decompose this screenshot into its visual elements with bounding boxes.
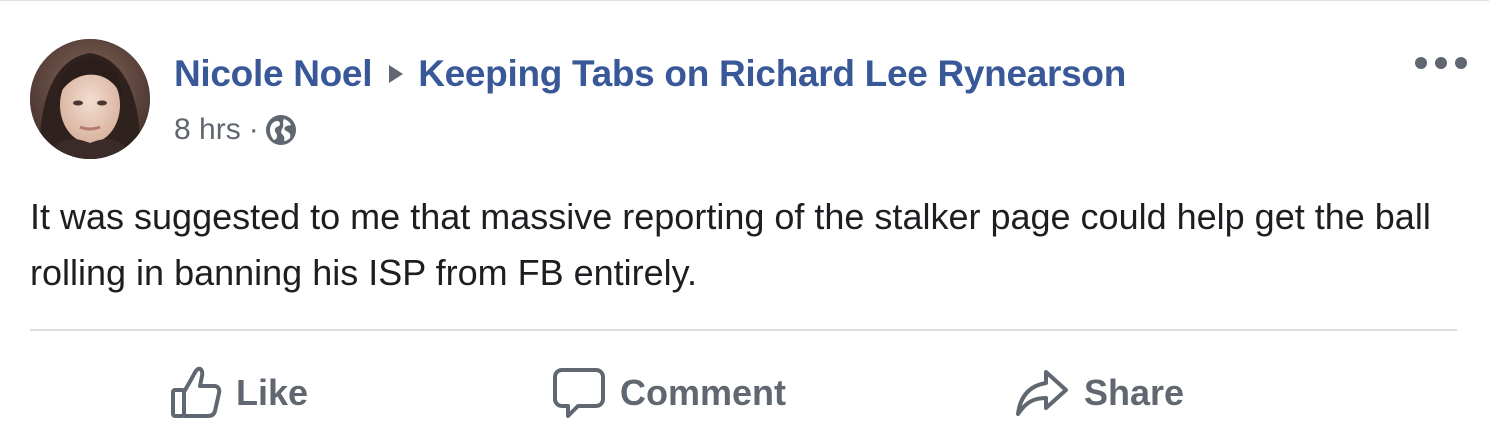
avatar[interactable] <box>30 39 150 159</box>
more-options-icon[interactable] <box>1415 51 1467 75</box>
post-text: It was suggested to me that massive repo… <box>30 196 1431 293</box>
more-dot <box>1435 57 1447 69</box>
more-dot <box>1455 57 1467 69</box>
post-header-line: Nicole Noel Keeping Tabs on Richard Lee … <box>174 51 1126 97</box>
post-meta: 8 hrs · <box>174 109 297 151</box>
like-label: Like <box>236 372 309 413</box>
share-label: Share <box>1084 372 1185 413</box>
group-name[interactable]: Keeping Tabs on Richard Lee Rynearson <box>418 53 1126 95</box>
divider <box>30 329 1457 331</box>
feed-post: Nicole Noel Keeping Tabs on Richard Lee … <box>0 0 1489 445</box>
meta-separator: · <box>248 113 259 146</box>
comment-button[interactable]: Comment <box>552 363 786 423</box>
thumbs-up-icon <box>170 366 222 420</box>
triangle-right-icon <box>386 63 406 85</box>
comment-label: Comment <box>620 372 787 413</box>
speech-bubble-icon <box>552 366 606 420</box>
share-button[interactable]: Share <box>1014 363 1184 423</box>
author-name[interactable]: Nicole Noel <box>174 53 373 95</box>
share-arrow-icon <box>1014 366 1070 420</box>
like-button[interactable]: Like <box>170 363 308 423</box>
avatar-image <box>30 39 150 159</box>
globe-icon[interactable] <box>265 114 297 146</box>
post-timestamp[interactable]: 8 hrs <box>174 113 241 147</box>
more-dot <box>1415 57 1427 69</box>
